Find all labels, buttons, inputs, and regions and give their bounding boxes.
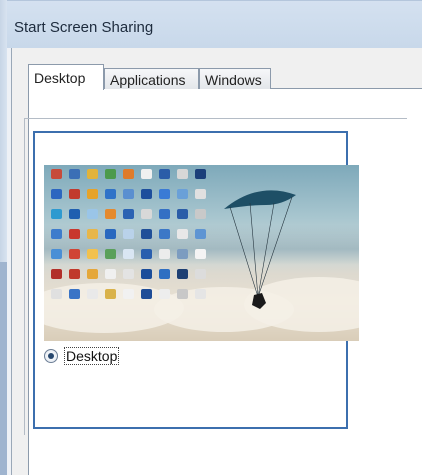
- desktop-app-icon: [177, 209, 188, 219]
- tab-desktop[interactable]: Desktop: [28, 64, 104, 90]
- desktop-app-icon: [177, 289, 188, 299]
- paraglider-pilot-icon: [252, 293, 266, 309]
- desktop-app-icon: [141, 209, 152, 219]
- desktop-app-icon: [69, 229, 80, 239]
- desktop-app-icon: [105, 169, 116, 179]
- desktop-app-icon: [87, 209, 98, 219]
- desktop-app-icon: [177, 249, 188, 259]
- screen-sharing-window: Start Screen Sharing Desktop Application…: [0, 0, 422, 475]
- desktop-app-icon: [141, 229, 152, 239]
- desktop-app-icon: [159, 249, 170, 259]
- desktop-app-icon: [51, 169, 62, 179]
- desktop-icon-grid: [48, 169, 209, 308]
- desktop-app-icon: [195, 289, 206, 299]
- desktop-app-icon: [123, 189, 134, 199]
- tab-desktop-label: Desktop: [34, 70, 86, 86]
- tab-applications-label: Applications: [110, 72, 186, 88]
- tab-applications[interactable]: Applications: [104, 68, 199, 89]
- desktop-app-icon: [87, 189, 98, 199]
- desktop-app-icon: [69, 269, 80, 279]
- desktop-app-icon: [69, 249, 80, 259]
- desktop-app-icon: [105, 229, 116, 239]
- desktop-app-icon: [195, 189, 206, 199]
- desktop-app-icon: [123, 249, 134, 259]
- desktop-app-icon: [123, 289, 134, 299]
- desktop-app-icon: [141, 269, 152, 279]
- desktop-app-icon: [177, 269, 188, 279]
- desktop-app-icon: [195, 249, 206, 259]
- desktop-app-icon: [123, 169, 134, 179]
- window-title: Start Screen Sharing: [14, 19, 154, 36]
- desktop-app-icon: [159, 289, 170, 299]
- desktop-app-icon: [159, 209, 170, 219]
- paraglider-lines-icon: [229, 196, 293, 298]
- desktop-app-icon: [177, 169, 188, 179]
- window-left-frame: [0, 0, 7, 475]
- desktop-app-icon: [105, 269, 116, 279]
- dialog-content: Desktop Applications Windows Desktop: [11, 48, 422, 475]
- desktop-app-icon: [51, 289, 62, 299]
- desktop-app-icon: [87, 249, 98, 259]
- desktop-app-icon: [159, 229, 170, 239]
- desktop-app-icon: [123, 229, 134, 239]
- tab-windows[interactable]: Windows: [199, 68, 271, 89]
- desktop-app-icon: [195, 209, 206, 219]
- desktop-app-icon: [105, 289, 116, 299]
- desktop-app-icon: [105, 189, 116, 199]
- desktop-app-icon: [87, 289, 98, 299]
- desktop-app-icon: [51, 249, 62, 259]
- desktop-app-icon: [69, 189, 80, 199]
- desktop-app-icon: [69, 289, 80, 299]
- desktop-app-icon: [141, 189, 152, 199]
- tab-windows-label: Windows: [205, 72, 262, 88]
- desktop-app-icon: [105, 209, 116, 219]
- desktop-app-icon: [51, 209, 62, 219]
- desktop-app-icon: [87, 229, 98, 239]
- desktop-app-icon: [195, 269, 206, 279]
- desktop-app-icon: [195, 229, 206, 239]
- desktop-app-icon: [51, 269, 62, 279]
- desktop-app-icon: [69, 209, 80, 219]
- desktop-app-icon: [177, 189, 188, 199]
- desktop-radio-label[interactable]: Desktop: [64, 347, 120, 365]
- desktop-radio-button[interactable]: [44, 349, 58, 363]
- window-frame-band: [0, 262, 7, 475]
- desktop-app-icon: [51, 229, 62, 239]
- desktop-app-icon: [51, 189, 62, 199]
- desktop-app-icon: [159, 189, 170, 199]
- paraglider-canopy-icon: [224, 190, 296, 209]
- desktop-app-icon: [195, 169, 206, 179]
- desktop-preview-card[interactable]: Desktop: [33, 131, 359, 429]
- desktop-app-icon: [159, 269, 170, 279]
- desktop-app-icon: [123, 269, 134, 279]
- desktop-app-icon: [87, 269, 98, 279]
- desktop-app-icon: [141, 169, 152, 179]
- title-bar[interactable]: Start Screen Sharing: [7, 0, 422, 48]
- desktop-app-icon: [141, 289, 152, 299]
- desktop-app-icon: [69, 169, 80, 179]
- desktop-thumbnail[interactable]: [44, 165, 359, 341]
- radio-selected-dot: [48, 353, 54, 359]
- desktop-app-icon: [123, 209, 134, 219]
- desktop-app-icon: [87, 169, 98, 179]
- desktop-app-icon: [159, 169, 170, 179]
- desktop-app-icon: [141, 249, 152, 259]
- desktop-app-icon: [105, 249, 116, 259]
- desktop-app-icon: [177, 229, 188, 239]
